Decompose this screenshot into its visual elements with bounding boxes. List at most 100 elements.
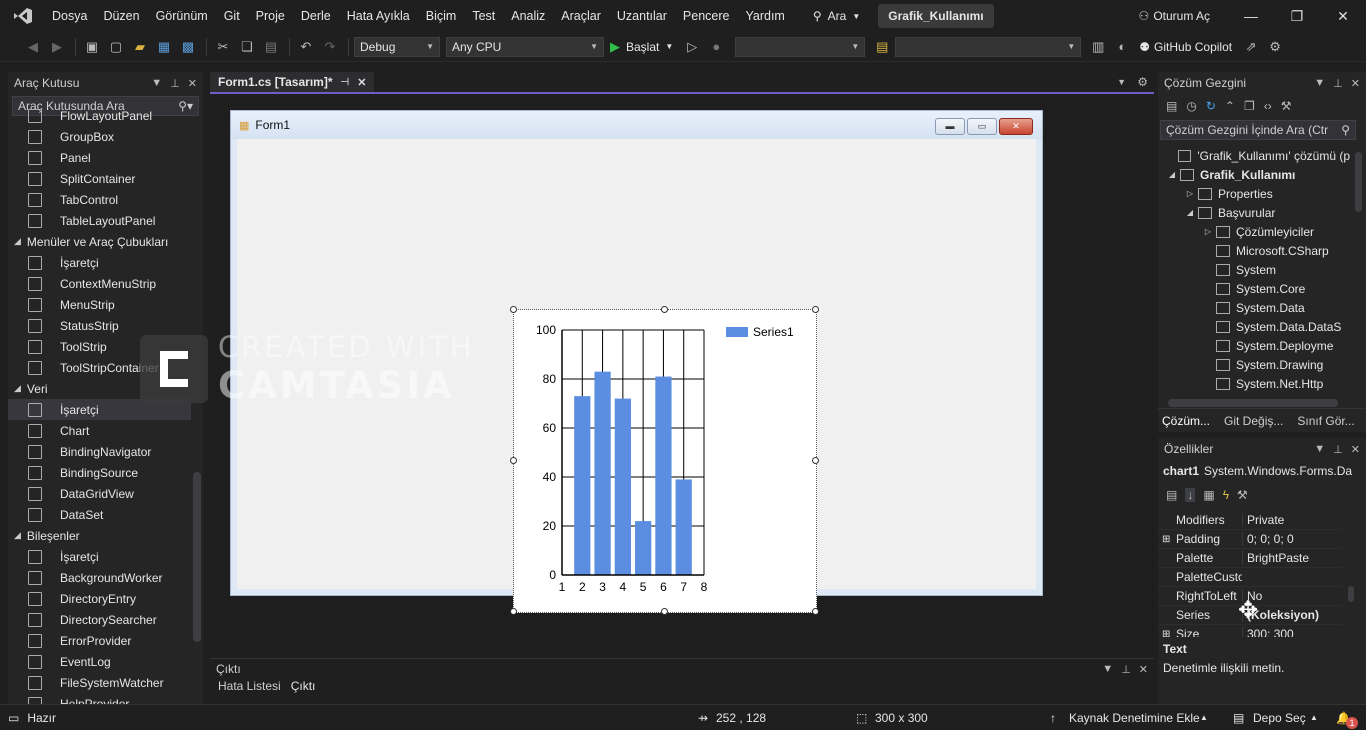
- form-close-button[interactable]: ✕: [999, 118, 1033, 135]
- toolbox-item[interactable]: GroupBox: [8, 126, 191, 147]
- toolbox-item[interactable]: İşaretçi: [8, 546, 191, 567]
- solution-tree-item[interactable]: System.Data.DataS: [1164, 317, 1350, 336]
- toolbox-item[interactable]: DirectorySearcher: [8, 609, 191, 630]
- menu-item[interactable]: Uzantılar: [609, 0, 675, 32]
- toolbox-scrollbar[interactable]: [193, 472, 201, 642]
- solution-hscrollbar[interactable]: [1168, 399, 1338, 407]
- property-value[interactable]: 300; 300: [1242, 627, 1342, 637]
- toolbox-item[interactable]: ContextMenuStrip: [8, 273, 191, 294]
- show-all-files-icon[interactable]: ❐: [1244, 99, 1255, 113]
- property-row[interactable]: Palette BrightPaste: [1158, 549, 1342, 568]
- collapse-icon[interactable]: ⌃: [1225, 99, 1235, 113]
- toolbox-item[interactable]: ErrorProvider: [8, 630, 191, 651]
- forward-icon[interactable]: ▶: [46, 36, 68, 58]
- property-value[interactable]: 0; 0; 0; 0: [1242, 532, 1342, 546]
- tab-error-list[interactable]: Hata Listesi: [218, 679, 281, 693]
- solution-search-input[interactable]: Çözüm Gezgini İçinde Ara (Ctr ⚲: [1160, 120, 1356, 140]
- folder-view-icon[interactable]: ▤: [871, 36, 893, 58]
- toolbox-item[interactable]: TableLayoutPanel: [8, 210, 191, 231]
- solution-scrollbar[interactable]: [1355, 152, 1362, 212]
- toolbox-item[interactable]: FlowLayoutPanel: [8, 105, 191, 126]
- share-icon[interactable]: ⇗: [1240, 36, 1262, 58]
- menu-item[interactable]: Hata Ayıkla: [339, 0, 418, 32]
- pin-icon[interactable]: ⊥: [1333, 443, 1343, 456]
- save-icon[interactable]: ▦: [153, 36, 175, 58]
- layout-icon[interactable]: ▥: [1087, 36, 1109, 58]
- menu-item[interactable]: Araçlar: [553, 0, 609, 32]
- solution-tree-item[interactable]: System.Core: [1164, 279, 1350, 298]
- save-all-icon[interactable]: ▩: [177, 36, 199, 58]
- toolbox-item[interactable]: EventLog: [8, 651, 191, 672]
- tab-class-view[interactable]: Sınıf Gör...: [1297, 414, 1354, 428]
- property-row[interactable]: Padding 0; 0; 0; 0 ⊞: [1158, 530, 1342, 549]
- restore-button[interactable]: ❐: [1274, 8, 1320, 25]
- property-pages-icon[interactable]: ⚒: [1237, 488, 1248, 502]
- expand-triangle-icon[interactable]: ◢: [14, 383, 21, 394]
- properties-view-icon[interactable]: ▦: [1203, 488, 1214, 502]
- solution-tree-item[interactable]: ▷ Properties: [1164, 184, 1350, 203]
- menu-item[interactable]: Derle: [293, 0, 339, 32]
- toolbox-item[interactable]: HelpProvider: [8, 693, 191, 704]
- toolbox-category[interactable]: ◢ Bileşenler: [8, 525, 191, 546]
- toolbox-item[interactable]: Chart: [8, 420, 191, 441]
- start-without-debug-icon[interactable]: ▷: [681, 36, 703, 58]
- toolbox-item[interactable]: SplitContainer: [8, 168, 191, 189]
- property-row[interactable]: PaletteCustom: [1158, 568, 1342, 587]
- object-selector[interactable]: chart1 System.Windows.Forms.Da: [1158, 460, 1366, 482]
- signin-button[interactable]: Oturum Aç: [1153, 9, 1210, 23]
- solution-tree-item[interactable]: ▷ Çözümleyiciler: [1164, 222, 1350, 241]
- debug-target-dropdown[interactable]: ▼: [735, 36, 866, 57]
- menu-item[interactable]: Analiz: [503, 0, 553, 32]
- feedback-icon[interactable]: ◐: [1111, 36, 1133, 58]
- menu-item[interactable]: Git: [216, 0, 248, 32]
- paste-icon[interactable]: ▤: [260, 36, 282, 58]
- expand-triangle-icon[interactable]: ▷: [1182, 189, 1198, 198]
- history-icon[interactable]: ◷: [1186, 99, 1196, 113]
- properties-scrollbar[interactable]: [1348, 586, 1354, 602]
- toolbox-item[interactable]: İşaretçi: [8, 252, 191, 273]
- close-window-button[interactable]: ✕: [1320, 8, 1366, 25]
- expand-triangle-icon[interactable]: ◢: [14, 236, 21, 247]
- solution-tree-item[interactable]: System: [1164, 260, 1350, 279]
- expand-triangle-icon[interactable]: ◢: [1164, 170, 1180, 179]
- menu-item[interactable]: Görünüm: [148, 0, 216, 32]
- form-maximize-button[interactable]: ▭: [967, 118, 997, 135]
- copy-icon[interactable]: ❏: [236, 36, 258, 58]
- close-icon[interactable]: ✕: [1139, 663, 1148, 676]
- search-menu[interactable]: ⚲ Ara ▼: [805, 9, 868, 23]
- categorized-icon[interactable]: ▤: [1166, 488, 1177, 502]
- resize-handle[interactable]: [661, 306, 668, 313]
- toolbox-item[interactable]: BindingSource: [8, 462, 191, 483]
- menu-item[interactable]: Düzen: [95, 0, 147, 32]
- undo-icon[interactable]: ↶: [295, 36, 317, 58]
- configuration-dropdown[interactable]: Debug ▼: [354, 36, 440, 57]
- close-icon[interactable]: ✕: [1351, 77, 1360, 90]
- resize-handle[interactable]: [812, 306, 819, 313]
- solution-tree-item[interactable]: System.Data: [1164, 298, 1350, 317]
- close-icon[interactable]: ✕: [188, 77, 197, 90]
- chart1-control[interactable]: 0 20 40 60 80 100 1 2 3 4 5 6 7 8 Series1: [510, 306, 819, 615]
- properties-wrench-icon[interactable]: ⚒: [1281, 99, 1292, 113]
- sync-icon[interactable]: ↻: [1206, 99, 1216, 113]
- toolbox-item[interactable]: TabControl: [8, 189, 191, 210]
- chevron-down-icon[interactable]: ▼: [151, 77, 162, 90]
- settings-icon[interactable]: ⚙: [1264, 36, 1286, 58]
- add-to-source-control-button[interactable]: Kaynak Denetimine Ekle: [1069, 711, 1200, 725]
- toolbox-item[interactable]: FileSystemWatcher: [8, 672, 191, 693]
- solution-tree-item[interactable]: ◢ Grafik_Kullanımı: [1164, 165, 1350, 184]
- visual-studio-logo-icon[interactable]: [12, 7, 34, 25]
- pin-icon[interactable]: ⊥: [1333, 77, 1343, 90]
- close-icon[interactable]: ✕: [1351, 443, 1360, 456]
- copilot-button[interactable]: GitHub Copilot: [1154, 40, 1232, 54]
- menu-item[interactable]: Dosya: [44, 0, 95, 32]
- expand-triangle-icon[interactable]: ▷: [1200, 227, 1216, 236]
- resize-handle[interactable]: [812, 608, 819, 615]
- minimize-button[interactable]: —: [1228, 8, 1274, 24]
- startup-item-dropdown[interactable]: ▼: [895, 36, 1082, 57]
- property-row[interactable]: Size 300; 300 ⊞: [1158, 625, 1342, 637]
- cut-icon[interactable]: ✂: [212, 36, 234, 58]
- menu-item[interactable]: Pencere: [675, 0, 738, 32]
- tab-git-changes[interactable]: Git Değiş...: [1224, 414, 1283, 428]
- tab-output[interactable]: Çıktı: [291, 679, 316, 693]
- open-folder-icon[interactable]: ▰: [129, 36, 151, 58]
